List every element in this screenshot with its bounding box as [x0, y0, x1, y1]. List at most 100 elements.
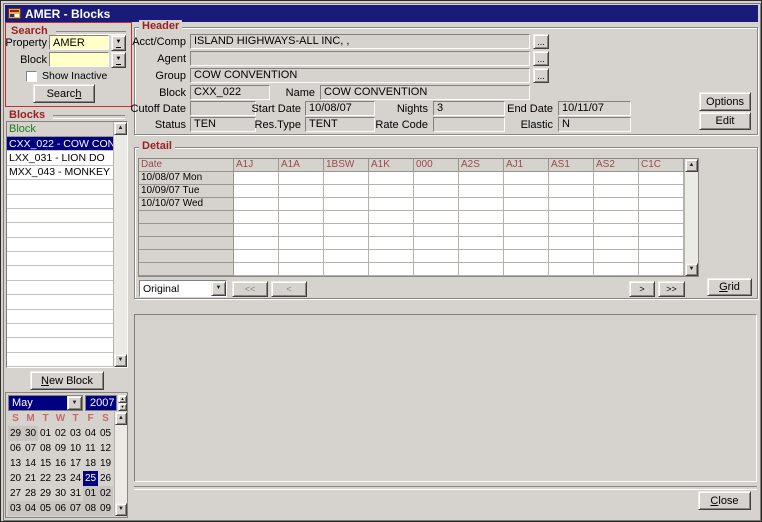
calendar-day[interactable]: 23: [53, 471, 68, 486]
calendar-day[interactable]: 01: [38, 426, 53, 441]
nav-last-button[interactable]: >>: [658, 281, 685, 297]
close-button[interactable]: Close: [698, 491, 751, 510]
res-type-field[interactable]: TENT: [305, 117, 375, 132]
calendar-day[interactable]: 03: [8, 501, 23, 516]
grid-cell[interactable]: [279, 211, 324, 224]
grid-cell[interactable]: [279, 198, 324, 211]
grid-cell[interactable]: [369, 198, 414, 211]
grid-cell[interactable]: [324, 250, 369, 263]
list-item[interactable]: [7, 324, 113, 338]
options-button[interactable]: Options: [699, 92, 751, 111]
grid-cell[interactable]: [279, 172, 324, 185]
calendar-scrollbar[interactable]: ▲ ▼: [114, 412, 127, 516]
calendar-day[interactable]: 05: [98, 426, 113, 441]
grid-cell[interactable]: [549, 263, 594, 276]
grid-cell[interactable]: [234, 211, 279, 224]
grid-cell[interactable]: [639, 211, 684, 224]
grid-cell[interactable]: [639, 263, 684, 276]
calendar-day[interactable]: 08: [83, 501, 98, 516]
calendar-day[interactable]: 03: [68, 426, 83, 441]
grid-cell[interactable]: [234, 172, 279, 185]
name-field[interactable]: COW CONVENTION: [320, 85, 530, 100]
grid-cell[interactable]: [639, 172, 684, 185]
calendar-day[interactable]: 02: [53, 426, 68, 441]
calendar-day[interactable]: 25: [83, 471, 98, 486]
calendar-day[interactable]: 30: [23, 426, 38, 441]
calendar-day[interactable]: 19: [98, 456, 113, 471]
agent-field[interactable]: [190, 51, 530, 66]
grid-cell[interactable]: [549, 250, 594, 263]
grid-cell[interactable]: [324, 237, 369, 250]
grid-cell[interactable]: [414, 263, 459, 276]
list-item[interactable]: [7, 223, 113, 237]
grid-cell[interactable]: [324, 198, 369, 211]
grid-cell[interactable]: [279, 263, 324, 276]
grid-cell[interactable]: [414, 211, 459, 224]
scroll-down-button[interactable]: ▼: [114, 354, 127, 367]
grid-cell[interactable]: [549, 198, 594, 211]
list-item[interactable]: CXX_022 - COW CONVEN: [7, 137, 113, 151]
grid-cell[interactable]: [639, 224, 684, 237]
list-item[interactable]: [7, 195, 113, 209]
grid-scrollbar[interactable]: ▲ ▼: [684, 159, 698, 276]
calendar-day[interactable]: 20: [8, 471, 23, 486]
calendar-day[interactable]: 13: [8, 456, 23, 471]
calendar-day[interactable]: 27: [8, 486, 23, 501]
grid-cell[interactable]: [639, 185, 684, 198]
grid-cell[interactable]: [369, 224, 414, 237]
grid-cell[interactable]: [234, 237, 279, 250]
grid-cell[interactable]: [594, 211, 639, 224]
grid-cell[interactable]: [369, 250, 414, 263]
grid-cell[interactable]: [459, 172, 504, 185]
list-item[interactable]: [7, 353, 113, 367]
grid-cell[interactable]: [594, 185, 639, 198]
calendar-day[interactable]: 12: [98, 441, 113, 456]
spin-up-button[interactable]: ▲: [118, 395, 127, 403]
end-date-field[interactable]: 10/11/07: [558, 101, 631, 116]
property-input[interactable]: [49, 35, 109, 50]
grid-cell[interactable]: [324, 211, 369, 224]
calendar-day[interactable]: 06: [8, 441, 23, 456]
grid-cell[interactable]: [324, 224, 369, 237]
grid-cell[interactable]: [639, 250, 684, 263]
nights-field[interactable]: 3: [433, 101, 505, 116]
calendar-day[interactable]: 26: [98, 471, 113, 486]
calendar-day[interactable]: 09: [53, 441, 68, 456]
grid-cell[interactable]: [549, 237, 594, 250]
calendar-day[interactable]: 24: [68, 471, 83, 486]
grid-cell[interactable]: [324, 263, 369, 276]
grid-cell[interactable]: [324, 172, 369, 185]
list-item[interactable]: [7, 295, 113, 309]
month-select[interactable]: May ▼: [8, 395, 83, 411]
list-item[interactable]: [7, 209, 113, 223]
calendar-day[interactable]: 16: [53, 456, 68, 471]
calendar-day[interactable]: 28: [23, 486, 38, 501]
block-input[interactable]: [49, 52, 109, 67]
cutoff-date-field[interactable]: [190, 101, 256, 116]
calendar-day[interactable]: 22: [38, 471, 53, 486]
calendar-day[interactable]: 06: [53, 501, 68, 516]
grid-cell[interactable]: [414, 172, 459, 185]
calendar-day[interactable]: 01: [83, 486, 98, 501]
grid-cell[interactable]: [369, 211, 414, 224]
grid-cell[interactable]: [504, 172, 549, 185]
grid-cell[interactable]: [459, 211, 504, 224]
elastic-field[interactable]: N: [558, 117, 631, 132]
grid-cell[interactable]: [594, 224, 639, 237]
calendar-day[interactable]: 21: [23, 471, 38, 486]
grid-cell[interactable]: [504, 250, 549, 263]
grid-cell[interactable]: [549, 172, 594, 185]
calendar-day[interactable]: 11: [83, 441, 98, 456]
grid-cell[interactable]: [549, 224, 594, 237]
grid-cell[interactable]: [369, 263, 414, 276]
calendar-day[interactable]: 02: [98, 486, 113, 501]
property-dropdown-button[interactable]: ▼: [111, 35, 126, 51]
grid-cell[interactable]: [594, 198, 639, 211]
nav-next-button[interactable]: >: [629, 281, 655, 297]
calendar-day[interactable]: 29: [8, 426, 23, 441]
grid-cell[interactable]: [234, 250, 279, 263]
new-block-button[interactable]: New Block: [30, 371, 104, 390]
grid-cell[interactable]: [279, 185, 324, 198]
grid-cell[interactable]: [639, 198, 684, 211]
block-dropdown-button[interactable]: ▼: [111, 52, 126, 68]
